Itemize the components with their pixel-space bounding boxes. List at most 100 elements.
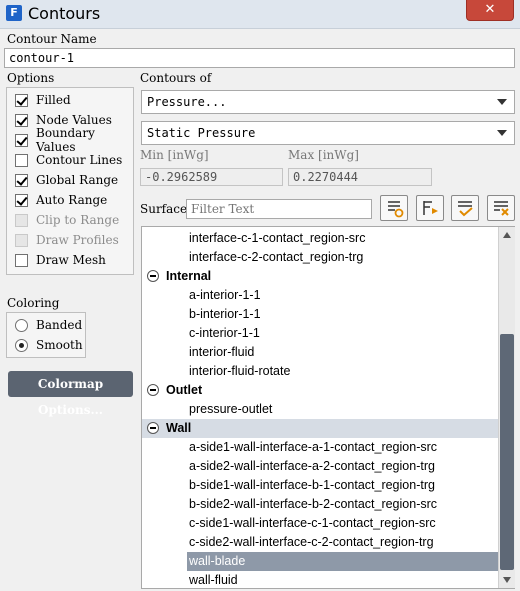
surface-label: Outlet — [166, 383, 203, 397]
surface-label: Internal — [166, 269, 212, 283]
scroll-thumb[interactable] — [500, 334, 514, 570]
surface-item[interactable]: c-interior-1-1 — [142, 324, 499, 343]
surface-group-wall[interactable]: Wall — [142, 419, 499, 438]
surface-label: interior-fluid — [189, 345, 255, 359]
checkbox[interactable] — [15, 93, 28, 107]
surface-label: b-interior-1-1 — [189, 307, 261, 321]
surface-item[interactable]: wall-fluid — [142, 571, 499, 588]
category-value: Pressure... — [147, 95, 227, 109]
close-button[interactable]: ✕ — [466, 0, 514, 21]
surface-item[interactable]: c-side1-wall-interface-c-1-contact_regio… — [142, 514, 499, 533]
filter-surface-icon — [388, 201, 404, 218]
filter-replace-icon — [423, 201, 438, 215]
collapse-minus-icon[interactable] — [147, 422, 159, 434]
max-label: Max [inWg] — [288, 148, 359, 162]
surface-item[interactable]: wall-blade — [142, 552, 499, 571]
surface-label: interface-c-1-contact_region-src — [189, 231, 366, 245]
option-label: Global Range — [36, 173, 119, 187]
option-label: Draw Profiles — [36, 233, 119, 247]
checkbox — [15, 213, 28, 227]
coloring-banded[interactable]: Banded — [15, 315, 83, 335]
scroll-down-arrow-icon[interactable] — [499, 572, 515, 588]
select-all-button[interactable] — [451, 195, 479, 221]
surface-label: interface-c-2-contact_region-trg — [189, 250, 364, 264]
checkbox[interactable] — [15, 113, 28, 127]
coloring-list: Banded Smooth — [15, 315, 83, 355]
option-contour-lines[interactable]: Contour Lines — [15, 150, 133, 170]
surfaces-scrollbar[interactable] — [498, 227, 515, 588]
options-list: Filled Node Values Boundary Values Contour … — [15, 90, 133, 270]
checkbox[interactable] — [15, 153, 28, 167]
surface-item[interactable]: a-interior-1-1 — [142, 286, 499, 305]
surface-item[interactable]: pressure-outlet — [142, 400, 499, 419]
surface-label: interior-fluid-rotate — [189, 364, 291, 378]
checkbox[interactable] — [15, 133, 28, 147]
surface-filter-input[interactable] — [186, 199, 372, 219]
radio-button[interactable] — [15, 338, 28, 352]
surface-item[interactable]: interior-fluid — [142, 343, 499, 362]
option-label: Node Values — [36, 113, 112, 127]
min-label: Min [inWg] — [140, 148, 209, 162]
colormap-options-button[interactable]: Colormap Options... — [8, 371, 133, 417]
surface-item[interactable]: b-interior-1-1 — [142, 305, 499, 324]
coloring-group: Banded Smooth — [6, 312, 86, 358]
surface-item[interactable]: interface-c-2-contact_region-trg — [142, 248, 499, 267]
collapse-minus-icon[interactable] — [147, 384, 159, 396]
title-bar[interactable]: F Contours ✕ — [0, 0, 520, 29]
surface-item[interactable]: interior-fluid-rotate — [142, 362, 499, 381]
surface-item[interactable]: a-side1-wall-interface-a-1-contact_regio… — [142, 438, 499, 457]
fluent-app-icon: F — [6, 5, 22, 21]
max-value-field: 0.2270444 — [288, 168, 432, 186]
contour-name-label: Contour Name — [7, 32, 97, 46]
surfaces-list[interactable]: interface-c-1-contact_region-src interfac… — [141, 226, 515, 589]
surface-label: c-interior-1-1 — [189, 326, 260, 340]
checkbox[interactable] — [15, 253, 28, 267]
surface-item[interactable]: b-side1-wall-interface-b-1-contact_regio… — [142, 476, 499, 495]
option-label: Filled — [36, 93, 71, 107]
option-global-range[interactable]: Global Range — [15, 170, 133, 190]
surface-label: a-interior-1-1 — [189, 288, 261, 302]
select-all-icon — [458, 201, 473, 217]
option-draw-mesh[interactable]: Draw Mesh — [15, 250, 133, 270]
surface-item[interactable]: interface-c-1-contact_region-src — [142, 229, 499, 248]
option-boundary-values[interactable]: Boundary Values — [15, 126, 133, 154]
option-label: Contour Lines — [36, 153, 123, 167]
option-clip-to-range: Clip to Range — [15, 210, 133, 230]
window-title: Contours — [28, 4, 101, 23]
quantity-value: Static Pressure — [147, 126, 256, 140]
surface-label: pressure-outlet — [189, 402, 273, 416]
surface-label: c-side2-wall-interface-c-2-contact_regio… — [189, 535, 434, 549]
chevron-down-icon — [497, 99, 507, 105]
contour-name-input[interactable]: contour-1 — [4, 48, 515, 68]
option-auto-range[interactable]: Auto Range — [15, 190, 133, 210]
surface-group-outlet[interactable]: Outlet — [142, 381, 499, 400]
surface-label: wall-blade — [189, 554, 246, 568]
surface-label: a-side2-wall-interface-a-2-contact_regio… — [189, 459, 435, 473]
option-draw-profiles: Draw Profiles — [15, 230, 133, 250]
scroll-up-arrow-icon[interactable] — [499, 227, 515, 243]
option-label: Draw Mesh — [36, 253, 106, 267]
options-label: Options — [7, 71, 55, 85]
option-filled[interactable]: Filled — [15, 90, 133, 110]
contours-of-quantity-dropdown[interactable]: Static Pressure — [141, 121, 515, 145]
coloring-label: Banded — [36, 318, 83, 332]
checkbox — [15, 233, 28, 247]
filter-surface-button[interactable] — [380, 195, 408, 221]
surface-item[interactable]: a-side2-wall-interface-a-2-contact_regio… — [142, 457, 499, 476]
chevron-down-icon — [497, 130, 507, 136]
surface-group-internal[interactable]: Internal — [142, 267, 499, 286]
filter-replace-button[interactable] — [416, 195, 444, 221]
min-value-field: -0.2962589 — [140, 168, 283, 186]
option-label: Boundary Values — [36, 126, 95, 154]
surface-item[interactable]: b-side2-wall-interface-b-2-contact_regio… — [142, 495, 499, 514]
surface-item[interactable]: c-side2-wall-interface-c-2-contact_regio… — [142, 533, 499, 552]
checkbox[interactable] — [15, 173, 28, 187]
coloring-smooth[interactable]: Smooth — [15, 335, 83, 355]
deselect-all-button[interactable] — [487, 195, 515, 221]
coloring-label: Coloring — [7, 296, 60, 310]
contours-of-category-dropdown[interactable]: Pressure... — [141, 90, 515, 114]
checkbox[interactable] — [15, 193, 28, 207]
options-group: Filled Node Values Boundary Values Contour … — [6, 87, 134, 275]
radio-button[interactable] — [15, 318, 28, 332]
collapse-minus-icon[interactable] — [147, 270, 159, 282]
